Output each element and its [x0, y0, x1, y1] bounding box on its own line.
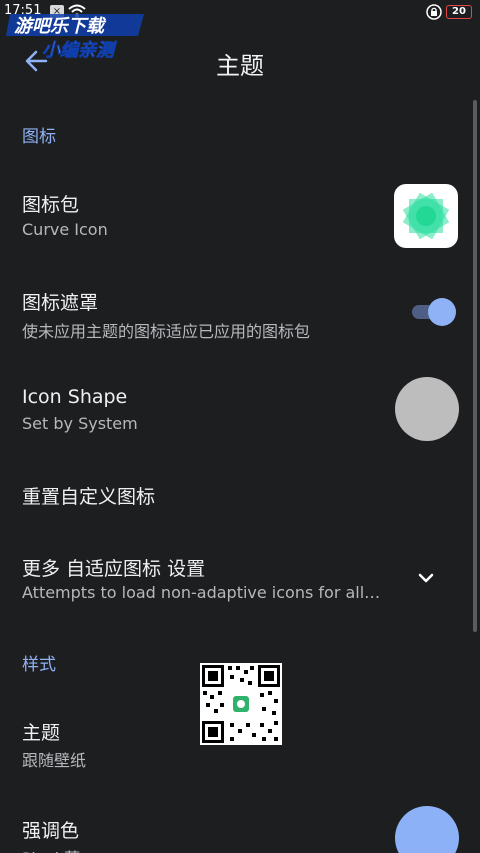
theme-subtitle: 跟随壁纸	[22, 751, 87, 770]
setting-icon-mask[interactable]: 图标遮罩 使未应用主题的图标适应已应用的图标包	[0, 270, 470, 354]
toggle-knob	[428, 298, 456, 326]
section-header-icons: 图标	[22, 127, 56, 147]
icon-mask-subtitle: 使未应用主题的图标适应已应用的图标包	[22, 322, 311, 341]
icon-shape-title: Icon Shape	[22, 386, 128, 408]
page-title: 主题	[216, 52, 264, 80]
icon-pack-title: 图标包	[22, 194, 80, 216]
scrollbar-thumb[interactable]	[473, 100, 477, 632]
chevron-down-icon[interactable]	[415, 570, 437, 586]
qr-code-image	[200, 663, 282, 745]
icon-shape-preview[interactable]	[395, 377, 459, 441]
icon-pack-subtitle: Curve Icon	[22, 220, 108, 239]
icon-pack-preview[interactable]	[394, 184, 458, 248]
battery-icon: 20	[446, 5, 472, 19]
more-adaptive-title: 更多 自适应图标 设置	[22, 558, 206, 580]
theme-title: 主题	[22, 722, 61, 744]
reset-icons-title: 重置自定义图标	[22, 486, 156, 508]
setting-more-adaptive-icons[interactable]: 更多 自适应图标 设置 Attempts to load non-adaptiv…	[0, 536, 470, 620]
more-adaptive-subtitle: Attempts to load non-adaptive icons for …	[22, 583, 381, 602]
icon-shape-subtitle: Set by System	[22, 414, 138, 433]
setting-reset-custom-icons[interactable]: 重置自定义图标	[0, 466, 470, 522]
rotation-lock-icon	[426, 4, 442, 20]
watermark-line1: 游吧乐下载	[14, 16, 107, 37]
icon-mask-toggle[interactable]	[410, 298, 456, 326]
accent-color-subtitle: Pixel 蓝	[22, 845, 80, 853]
accent-color-title: 强调色	[22, 820, 80, 842]
theme-settings-screen: 17:51 × 20 游吧乐下载 小编亲测 主题 图标 图标包 Curve Ic…	[0, 0, 480, 853]
curve-icon-pack-icon	[402, 192, 450, 240]
icon-mask-title: 图标遮罩	[22, 292, 99, 314]
section-header-style: 样式	[22, 655, 56, 675]
